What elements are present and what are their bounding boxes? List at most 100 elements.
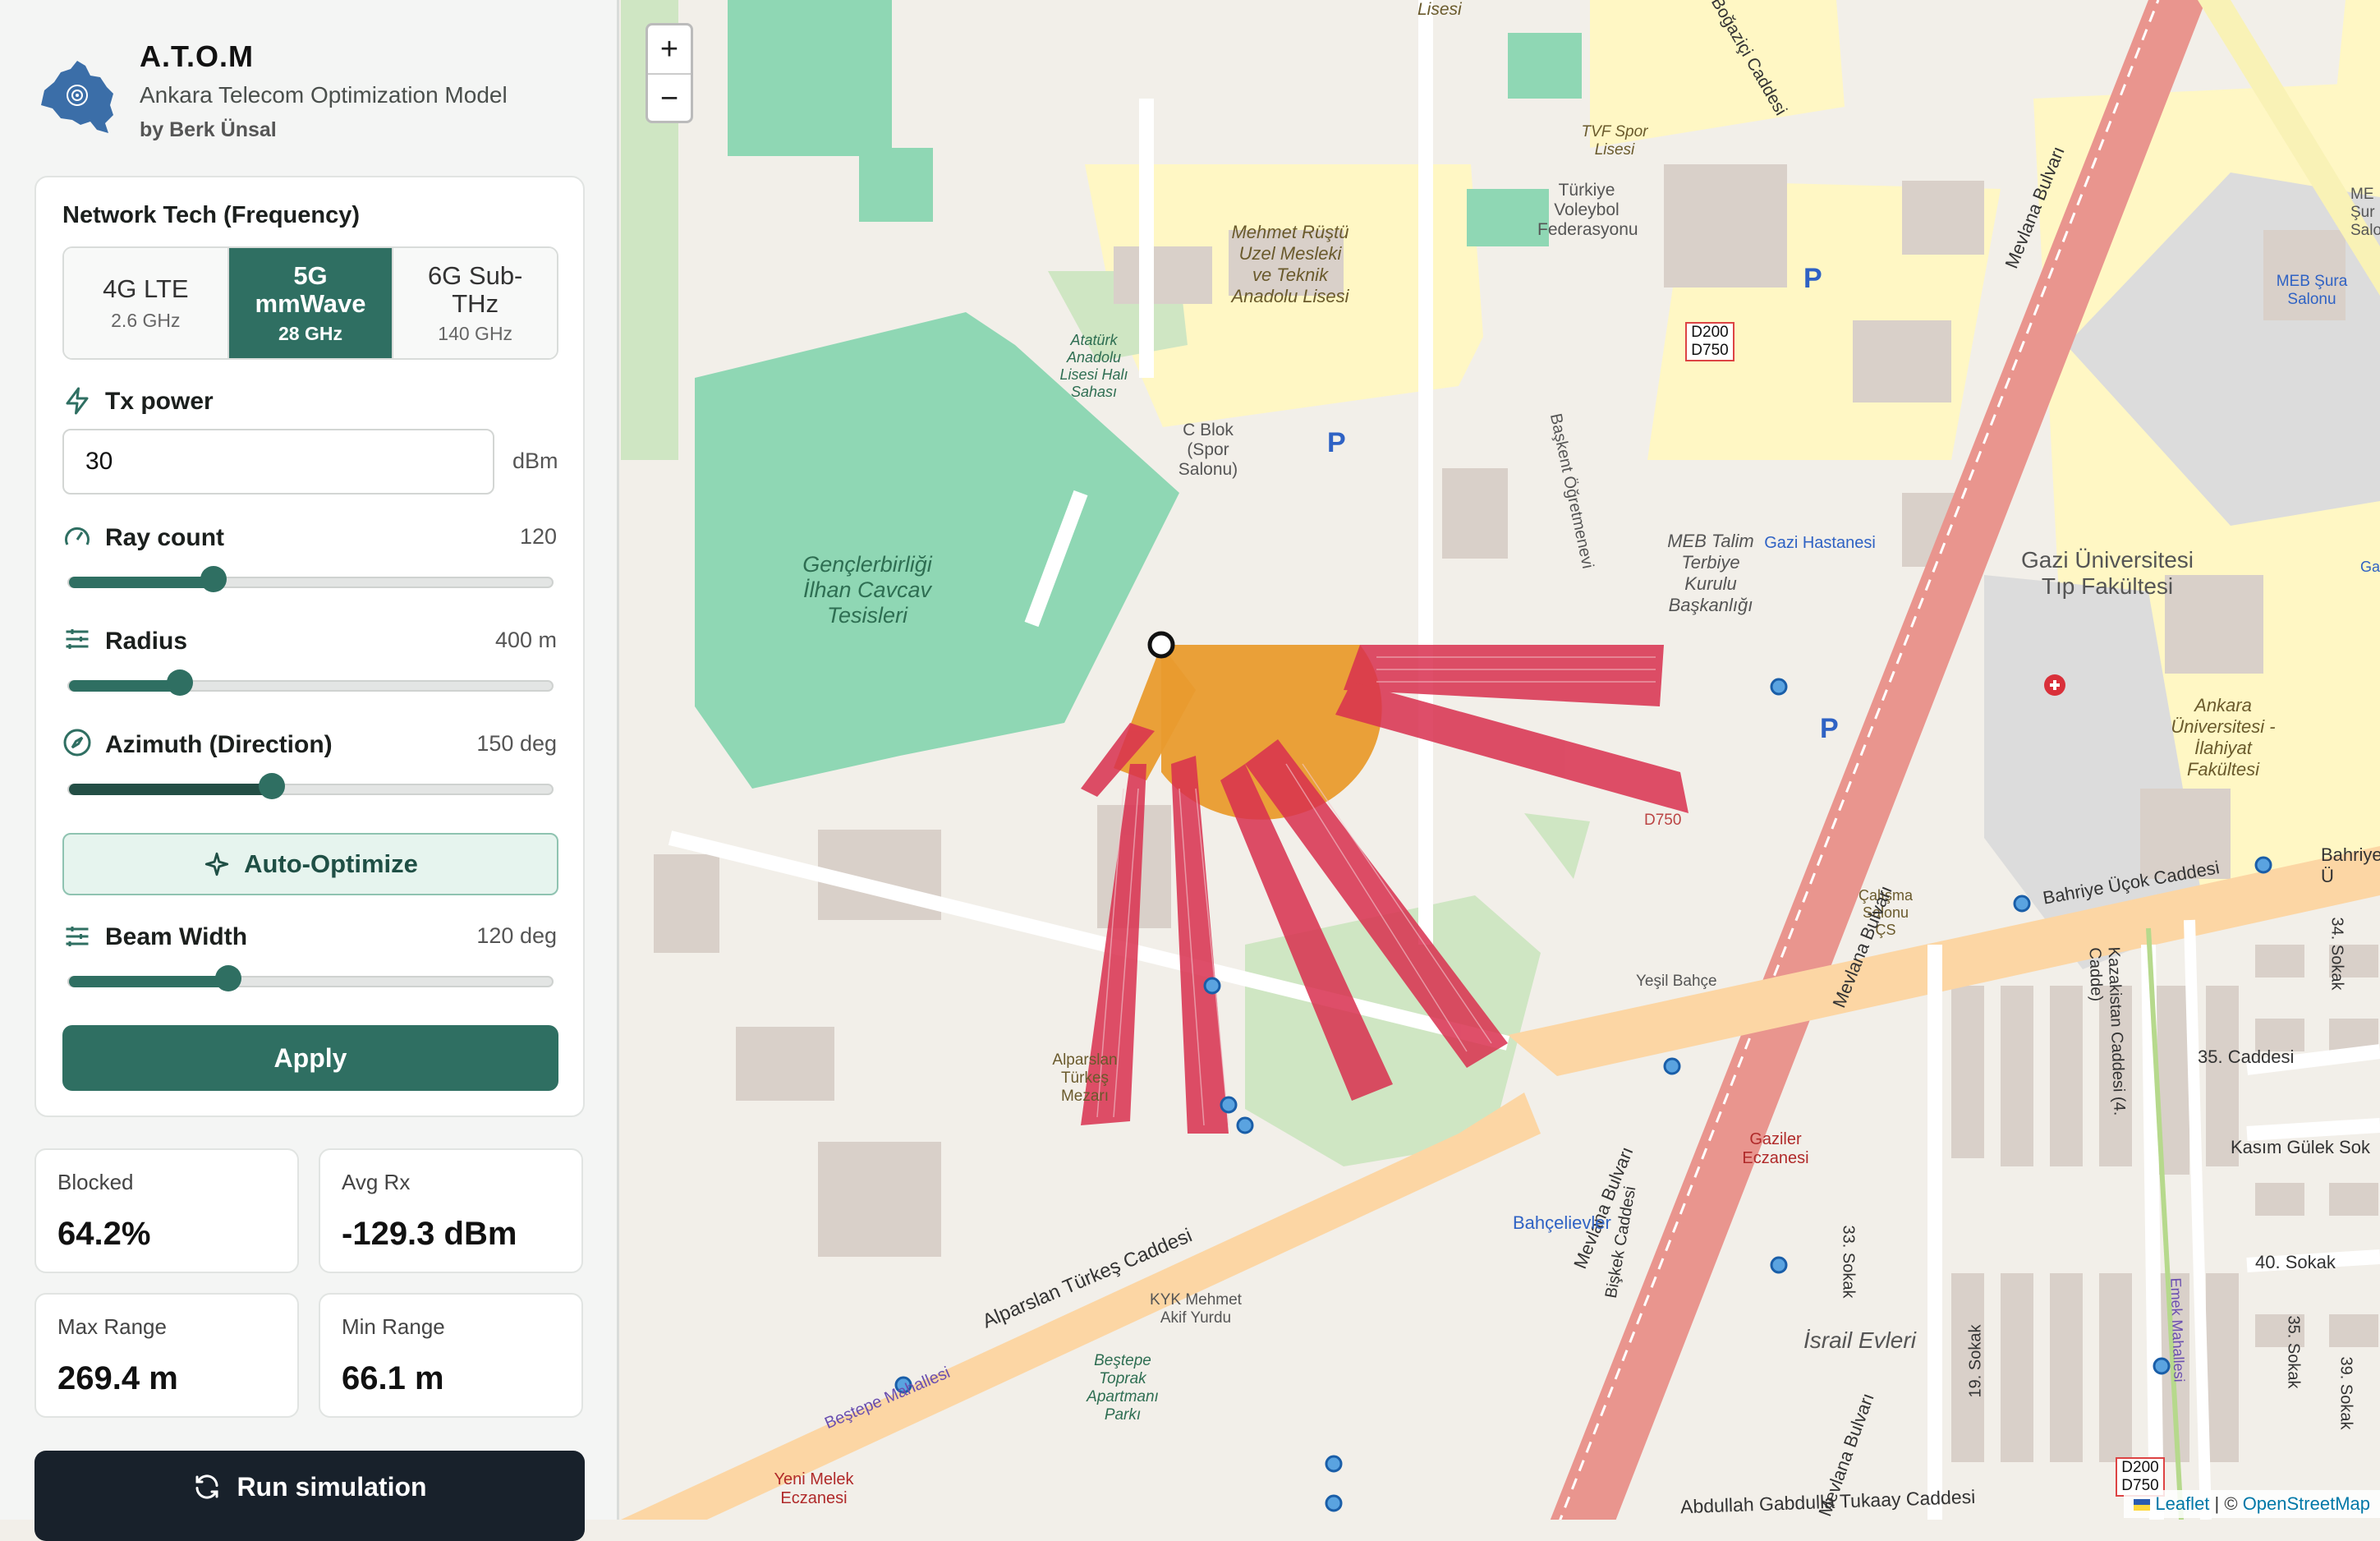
gazi-hastanesi-label: Gazi Hastanesi [1764, 534, 1876, 552]
ukraine-flag-icon [2134, 1499, 2151, 1511]
tech-name: 6G Sub-THz [427, 260, 523, 318]
tech-freq: 28 GHz [278, 322, 342, 344]
beam-width-value: 120 deg [476, 923, 557, 948]
slider-thumb[interactable] [200, 566, 227, 592]
network-tech-selector: 4G LTE 2.6 GHz 5G mmWave 28 GHz 6G Sub-T… [62, 246, 558, 360]
parking-p-label: P [1327, 427, 1346, 458]
sokak19-label: 19. Sokak [1966, 1324, 1985, 1398]
map-attribution: Leaflet | © OpenStreetMap [2124, 1490, 2380, 1518]
tvf-label: TVF Spor Lisesi [1581, 123, 1648, 159]
app-subtitle: Ankara Telecom Optimization Model [140, 82, 508, 108]
ankara-map-logo-icon [41, 61, 113, 133]
stat-max-range: Max Range 269.4 m [34, 1293, 299, 1418]
gaz-label: Gaz [2360, 559, 2380, 575]
brand-header: A.T.O.M Ankara Telecom Optimization Mode… [36, 36, 595, 151]
map-view[interactable]: P P P Gençlerbirliği İlhan Cavcav Tesisl… [621, 0, 2380, 1520]
route-shield: D200 D750 [1685, 322, 1734, 361]
tech-freq: 140 GHz [438, 322, 513, 344]
run-simulation-label: Run simulation [237, 1472, 427, 1502]
lightning-icon [66, 387, 89, 415]
tx-power-input[interactable]: 30 [62, 429, 494, 494]
voleybol-label: Türkiye Voleybol Federasyonu [1537, 181, 1638, 239]
leaflet-link[interactable]: Leaflet [2155, 1493, 2209, 1514]
sliders-icon [66, 927, 89, 946]
azimuth-label: Azimuth (Direction) [105, 731, 333, 758]
gauge-icon [65, 527, 90, 545]
tech-option-5g[interactable]: 5G mmWave 28 GHz [228, 248, 394, 358]
slider-thumb[interactable] [167, 669, 194, 696]
stat-label: Max Range [57, 1314, 167, 1339]
slider-thumb[interactable] [215, 965, 242, 991]
tech-freq: 2.6 GHz [111, 309, 181, 331]
radius-slider[interactable] [67, 669, 554, 696]
tech-name: 5G mmWave [255, 260, 366, 318]
tech-option-6g[interactable]: 6G Sub-THz 140 GHz [393, 248, 557, 358]
slider-fill [69, 976, 229, 987]
sokak40-label: 40. Sokak [2255, 1252, 2336, 1272]
sidebar: A.T.O.M Ankara Telecom Optimization Mode… [0, 0, 619, 1541]
bestepe-park-label: Beştepe Toprak Apartmanı Parkı [1087, 1352, 1159, 1424]
tx-power-label: Tx power [105, 388, 214, 415]
stat-label: Avg Rx [342, 1170, 411, 1194]
stat-value: 269.4 m [57, 1360, 178, 1396]
sliders-icon [66, 629, 89, 649]
tx-power-value: 30 [85, 448, 113, 475]
radius-value: 400 m [494, 628, 557, 652]
sokak34-label: 34. Sokak [2327, 917, 2346, 991]
zoom-in-button[interactable]: + [648, 25, 691, 75]
azimuth-value: 150 deg [476, 731, 557, 756]
tech-name: 4G LTE [103, 274, 189, 303]
sokak33-label: 33. Sokak [1839, 1225, 1858, 1299]
beam-width-slider[interactable] [67, 965, 554, 991]
run-simulation-button[interactable]: Run simulation [34, 1451, 585, 1541]
ray-count-label: Ray count [105, 524, 225, 551]
slider-fill [69, 784, 272, 795]
zoom-control: + − [646, 23, 693, 123]
osm-link[interactable]: OpenStreetMap [2243, 1493, 2370, 1514]
tech-option-4g[interactable]: 4G LTE 2.6 GHz [64, 248, 229, 358]
bahriye-right-label: Bahriye Ü [2321, 844, 2380, 886]
stat-blocked: Blocked 64.2% [34, 1148, 299, 1273]
slider-fill [69, 577, 214, 588]
network-tech-label: Network Tech (Frequency) [62, 202, 361, 228]
refresh-icon [195, 1474, 218, 1499]
stat-value: 64.2% [57, 1216, 151, 1252]
beam-width-label: Beam Width [105, 923, 248, 950]
zoom-out-button[interactable]: − [648, 75, 691, 122]
kazakistan-label: Kazakistan Caddesi (4. Cadde) [2085, 946, 2129, 1116]
stat-label: Min Range [342, 1314, 445, 1339]
stat-label: Blocked [57, 1170, 134, 1194]
stat-avg-rx: Avg Rx -129.3 dBm [319, 1148, 583, 1273]
israil-label: İsrail Evleri [1803, 1327, 1916, 1353]
controls-card: Network Tech (Frequency) 4G LTE 2.6 GHz … [34, 176, 585, 1117]
park-label: Gençlerbirliği İlhan Cavcav Tesisleri [802, 552, 932, 628]
azimuth-slider[interactable] [67, 773, 554, 799]
attribution-sep: | © [2209, 1493, 2243, 1514]
stat-min-range: Min Range 66.1 m [319, 1293, 583, 1418]
auto-optimize-button[interactable]: Auto-Optimize [62, 833, 558, 895]
slider-fill [69, 680, 181, 692]
gaziler-label: Gaziler Eczanesi [1742, 1130, 1809, 1167]
me-label: ME Şur Salo [2350, 186, 2380, 239]
ray-count-value: 120 [519, 524, 557, 549]
d750-label: D750 [1644, 812, 1682, 829]
lisesi-label: Lisesi [1417, 0, 1462, 19]
field-label: Atatürk Anadolu Lisesi Halı Sahası [1059, 332, 1128, 400]
sparkles-icon [204, 852, 229, 876]
ilahiyat-label: Ankara Üniversitesi - İlahiyat Fakültesi [2171, 695, 2276, 780]
meb-sura-label: MEB Şura Salonu [2276, 273, 2348, 308]
tx-power-unit: dBm [512, 448, 558, 473]
parking-p-label: P [1803, 263, 1822, 294]
stat-value: -129.3 dBm [342, 1216, 517, 1252]
ray-count-slider[interactable] [67, 566, 554, 592]
app-title: A.T.O.M [140, 39, 254, 73]
map-canvas: P P P [621, 0, 2380, 1520]
slider-thumb[interactable] [258, 773, 285, 799]
yesil-bahce-label: Yeşil Bahçe [1636, 973, 1717, 990]
auto-optimize-label: Auto-Optimize [244, 849, 418, 878]
apply-button[interactable]: Apply [62, 1025, 558, 1091]
school-label: Mehmet Rüştü Uzel Mesleki ve Teknik Anad… [1231, 222, 1349, 306]
transmitter-marker[interactable] [1147, 631, 1175, 659]
cblok-label: C Blok (Spor Salonu) [1178, 421, 1238, 479]
app-author: by Berk Ünsal [140, 118, 277, 141]
